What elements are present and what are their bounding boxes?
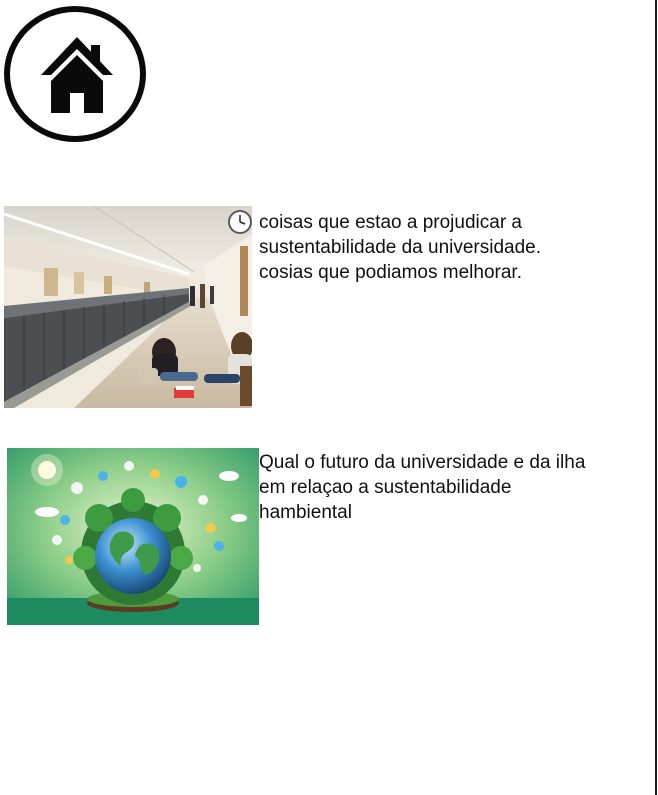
card-text-line: coisas que estao a projudicar a bbox=[259, 212, 522, 233]
card-text-line: Qual o futuro da universidade e da ilha bbox=[259, 452, 586, 473]
card-text-line: hambiental bbox=[259, 502, 352, 523]
home-button[interactable] bbox=[4, 6, 146, 142]
card-text-problems: coisas que estao a projudicar a sustenta… bbox=[259, 210, 649, 285]
page-right-border bbox=[655, 0, 657, 795]
university-hallway-photo bbox=[4, 206, 252, 408]
green-earth-sustainability-illustration bbox=[7, 448, 259, 625]
home-icon bbox=[41, 37, 113, 113]
card-text-line: em relaçao a sustentabilidade bbox=[259, 477, 512, 498]
card-text-future: Qual o futuro da universidade e da ilha … bbox=[259, 450, 654, 525]
card-text-line: sustentabilidade da universidade. bbox=[259, 237, 542, 258]
card-text-line: cosias que podiamos melhorar. bbox=[259, 262, 522, 283]
